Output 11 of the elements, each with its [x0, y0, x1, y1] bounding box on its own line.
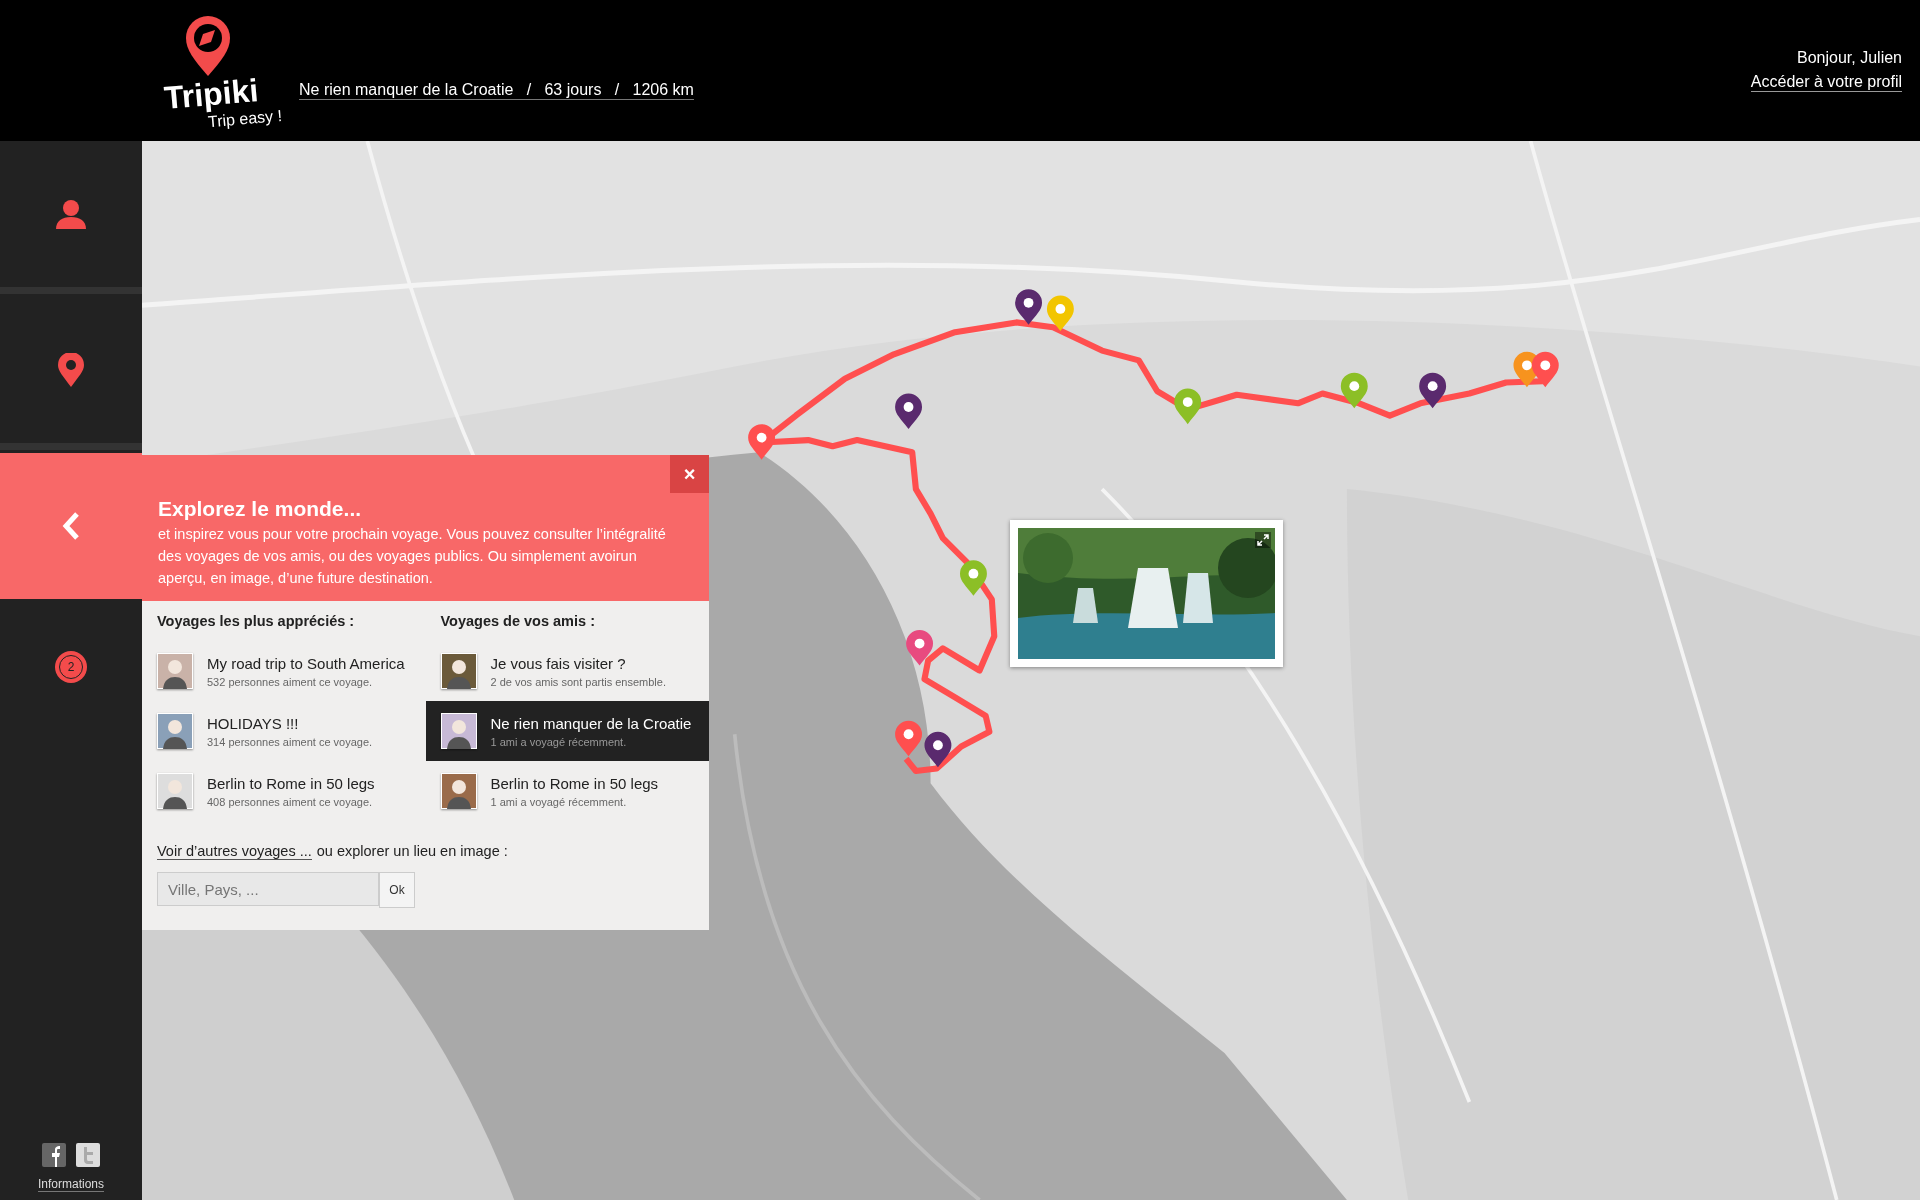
greeting: Bonjour, Julien: [1797, 49, 1902, 67]
compass-pin-icon: [184, 13, 232, 76]
logo-name: Tripiki: [162, 73, 260, 114]
user-icon: [54, 199, 88, 229]
chevron-left-icon: [61, 511, 81, 541]
facebook-icon[interactable]: [42, 1143, 66, 1167]
notification-badge[interactable]: 2: [55, 651, 87, 683]
map-pin-icon: [58, 353, 84, 387]
profile-link[interactable]: Accéder à votre profil: [1750, 73, 1902, 92]
trip-link[interactable]: Ne rien manquer de la Croatie / 63 jours / 1206 km: [299, 81, 694, 100]
informations-link[interactable]: Informations: [38, 1177, 104, 1192]
